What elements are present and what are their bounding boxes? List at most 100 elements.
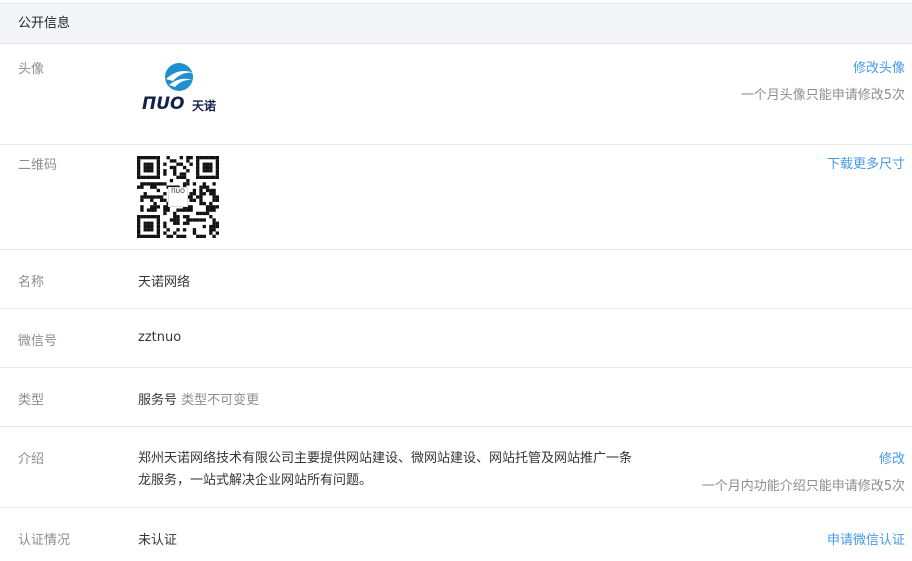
qr-module	[163, 231, 167, 235]
qr-module	[150, 169, 154, 173]
qr-module	[150, 234, 154, 239]
qr-module	[186, 208, 190, 212]
qr-module	[212, 198, 216, 202]
qr-module	[182, 228, 187, 232]
change-avatar-link[interactable]: 修改头像	[741, 57, 905, 76]
qr-module	[166, 234, 170, 239]
qr-module	[173, 172, 177, 176]
qr-module	[192, 188, 197, 193]
qr-module	[150, 175, 154, 180]
verify-label: 认证情况	[18, 533, 71, 548]
qr-module	[150, 224, 154, 229]
qr-module	[192, 228, 197, 232]
qr-module	[189, 205, 193, 209]
qr-module	[146, 182, 151, 186]
qr-module	[199, 185, 203, 189]
qr-module	[137, 228, 141, 232]
qr-module	[179, 234, 183, 239]
qr-module	[163, 182, 167, 186]
qr-module	[215, 221, 220, 225]
qr-module	[166, 228, 170, 232]
qr-module	[186, 221, 190, 225]
qr-module	[205, 188, 210, 193]
qr-module	[212, 208, 216, 212]
public-info-panel: 公开信息 头像 ΠUO 天诺 修改头像 一个月头像只能申请修改5次 二维码 ΠU…	[0, 0, 912, 561]
qr-module	[143, 234, 147, 239]
avatar-label: 头像	[18, 62, 45, 77]
qr-module	[173, 159, 177, 163]
qr-module	[137, 162, 141, 166]
verify-row: 认证情况 未认证 申请微信认证	[0, 508, 912, 561]
qr-module	[150, 228, 154, 232]
qr-module	[209, 215, 213, 219]
qr-module	[189, 156, 193, 160]
qr-module	[202, 175, 206, 180]
qr-module	[146, 234, 151, 239]
verify-actions: 申请微信认证	[827, 529, 905, 548]
qr-module	[169, 159, 174, 163]
qr-module	[159, 195, 164, 199]
qr-module	[146, 165, 151, 170]
qr-module	[143, 228, 147, 232]
qr-module	[156, 218, 161, 222]
qr-module	[146, 215, 151, 219]
qr-module	[163, 208, 167, 212]
qr-module	[146, 156, 151, 160]
qr-module	[146, 228, 151, 232]
section-title: 公开信息	[0, 3, 912, 44]
qr-module	[202, 165, 206, 170]
qr-module	[146, 169, 151, 173]
qr-module	[169, 165, 174, 170]
qr-module	[205, 175, 210, 180]
qrcode-row: 二维码 ΠUO 下载更多尺寸	[0, 145, 912, 250]
qr-module	[156, 228, 161, 232]
qr-module	[137, 215, 141, 219]
qr-module	[156, 159, 161, 163]
qr-module	[192, 192, 197, 196]
qr-module	[156, 156, 161, 160]
qr-module	[205, 156, 210, 160]
qr-module	[199, 201, 203, 206]
apply-verification-link[interactable]: 申请微信认证	[827, 529, 905, 548]
qr-module	[150, 215, 154, 219]
qr-module	[150, 208, 154, 212]
qr-module	[202, 169, 206, 173]
qr-module	[212, 224, 216, 229]
qr-module	[196, 172, 200, 176]
qr-module	[182, 234, 187, 239]
qr-module	[186, 169, 190, 173]
qr-module	[202, 182, 206, 186]
qr-module	[215, 224, 220, 229]
qr-module	[209, 192, 213, 196]
qr-module	[199, 195, 203, 199]
qr-module	[153, 175, 157, 180]
qr-module	[196, 156, 200, 160]
download-sizes-link[interactable]: 下载更多尺寸	[827, 153, 905, 172]
qr-module	[153, 182, 157, 186]
qr-module	[156, 175, 161, 180]
qr-module	[153, 234, 157, 239]
qr-module	[212, 175, 216, 180]
qr-module	[199, 211, 203, 216]
avatar-row: 头像 ΠUO 天诺 修改头像 一个月头像只能申请修改5次	[0, 44, 912, 145]
qr-module	[176, 162, 180, 166]
qr-module	[192, 218, 197, 222]
qr-module	[209, 165, 213, 170]
qr-module	[189, 192, 193, 196]
qr-module	[156, 165, 161, 170]
intro-label: 介绍	[18, 452, 45, 467]
qr-module	[163, 169, 167, 173]
qr-module	[173, 215, 177, 219]
edit-intro-link[interactable]: 修改	[702, 448, 905, 467]
qr-module	[150, 162, 154, 166]
qr-module	[169, 178, 174, 183]
qr-module	[153, 215, 157, 219]
qr-module	[196, 218, 200, 222]
qr-module	[179, 208, 183, 212]
qr-module	[186, 218, 190, 222]
type-row: 类型 服务号 类型不可变更	[0, 368, 912, 427]
qr-module	[137, 169, 141, 173]
qr-module	[199, 234, 203, 239]
qr-module	[176, 208, 180, 212]
wechat-id-row: 微信号 zztnuo	[0, 309, 912, 368]
